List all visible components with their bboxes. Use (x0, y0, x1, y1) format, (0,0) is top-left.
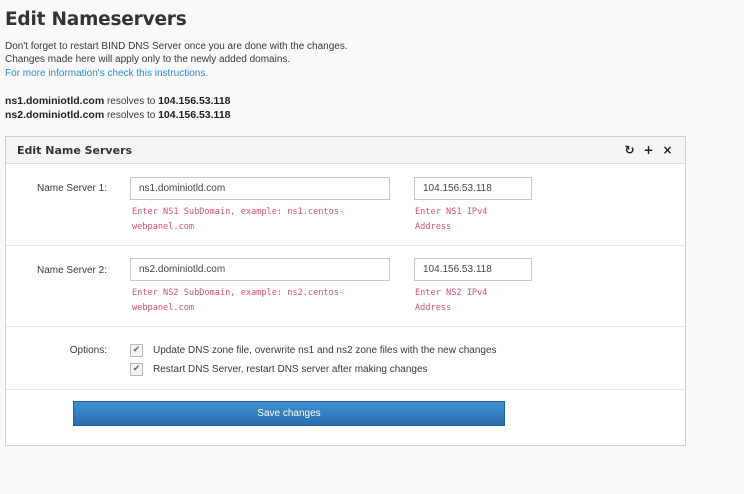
refresh-icon[interactable]: ↻ (623, 143, 636, 157)
ns1-ip-help: Enter NS1 IPv4 Address (415, 207, 488, 232)
update-zone-option[interactable]: ✔ Update DNS zone file, overwrite ns1 an… (130, 344, 497, 357)
ns2-host: ns2.dominiotld.com (5, 109, 105, 121)
panel-tools: ↻ + × (623, 143, 674, 157)
ns1-ip-input[interactable] (414, 177, 532, 200)
edit-name-servers-panel: Edit Name Servers ↻ + × Name Server 1: E… (5, 136, 686, 446)
resolves-text: resolves to (106, 96, 156, 107)
save-changes-button[interactable]: Save changes (73, 401, 505, 426)
panel-header: Edit Name Servers ↻ + × (6, 137, 685, 164)
plus-icon[interactable]: + (642, 143, 655, 157)
ns2-ip-help: Enter NS2 IPv4 Address (415, 288, 488, 313)
ns2-row: Name Server 2: Enter NS2 SubDomain, exam… (6, 246, 685, 327)
restart-note: Don't forget to restart BIND DNS Server … (5, 41, 348, 52)
ns2-ip: 104.156.53.118 (158, 109, 231, 121)
restart-dns-option[interactable]: ✔ Restart DNS Server, restart DNS server… (130, 363, 428, 376)
restart-dns-checkbox[interactable]: ✔ (130, 363, 143, 376)
ns2-host-input[interactable] (130, 258, 390, 281)
ns1-ip: 104.156.53.118 (158, 95, 231, 107)
update-zone-label: Update DNS zone file, overwrite ns1 and … (153, 345, 497, 356)
instructions-link[interactable]: For more information's check this instru… (5, 67, 208, 80)
ns1-row: Name Server 1: Enter NS1 SubDomain, exam… (6, 165, 685, 246)
panel-title: Edit Name Servers (17, 144, 133, 157)
close-icon[interactable]: × (661, 143, 674, 157)
scope-note: Changes made here will apply only to the… (5, 54, 291, 65)
ns2-host-help: Enter NS2 SubDomain, example: ns2.centos… (132, 288, 345, 313)
ns1-resolve-line: ns1.dominiotld.com resolves to 104.156.5… (5, 95, 231, 107)
ns2-ip-input[interactable] (414, 258, 532, 281)
page-title: Edit Nameservers (5, 9, 187, 30)
restart-dns-label: Restart DNS Server, restart DNS server a… (153, 364, 428, 375)
update-zone-checkbox[interactable]: ✔ (130, 344, 143, 357)
options-row: Options: ✔ Update DNS zone file, overwri… (6, 327, 685, 390)
resolves-text: resolves to (106, 110, 156, 121)
ns2-label: Name Server 2: (36, 265, 107, 276)
ns1-host-help: Enter NS1 SubDomain, example: ns1.centos… (132, 207, 345, 232)
ns1-label: Name Server 1: (36, 183, 107, 194)
ns1-host: ns1.dominiotld.com (5, 95, 105, 107)
ns2-resolve-line: ns2.dominiotld.com resolves to 104.156.5… (5, 109, 231, 121)
options-label: Options: (69, 345, 107, 356)
ns1-host-input[interactable] (130, 177, 390, 200)
